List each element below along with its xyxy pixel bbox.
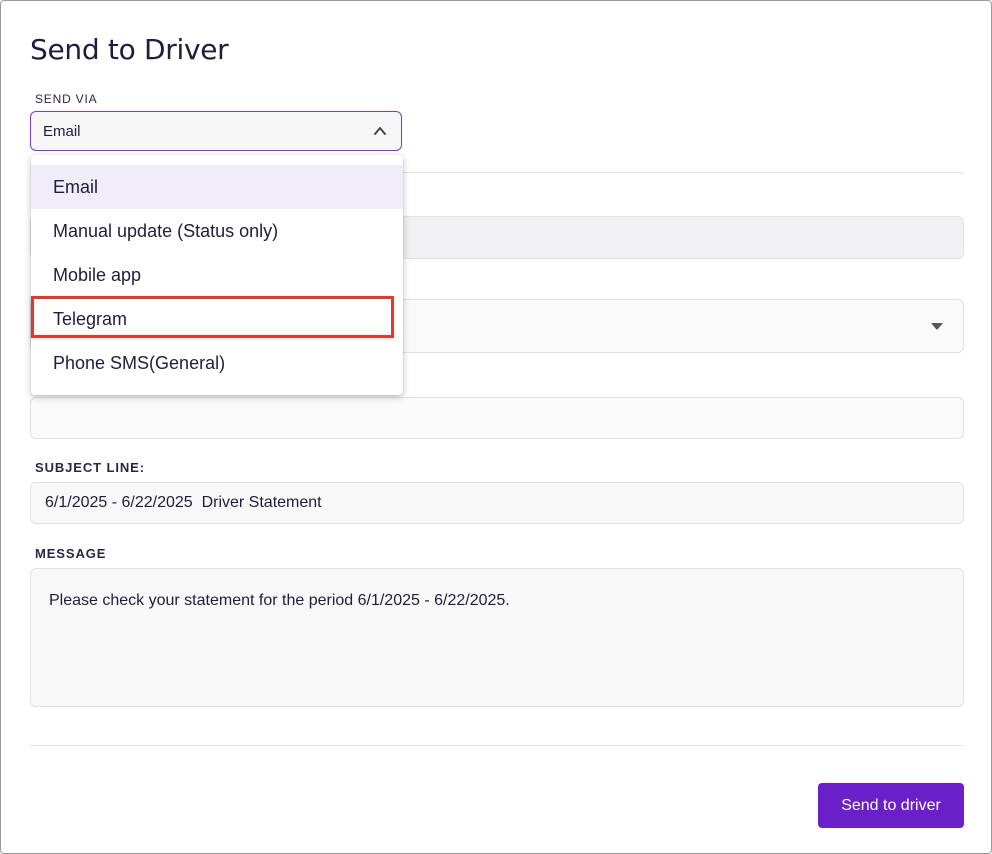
- message-textarea[interactable]: Please check your statement for the peri…: [30, 568, 964, 707]
- option-mobile-app[interactable]: Mobile app: [31, 253, 403, 297]
- subject-label: SUBJECT LINE:: [35, 460, 145, 475]
- option-manual-update[interactable]: Manual update (Status only): [31, 209, 403, 253]
- message-label: MESSAGE: [35, 546, 107, 561]
- option-phone-sms[interactable]: Phone SMS(General): [31, 341, 403, 385]
- send-to-driver-button[interactable]: Send to driver: [818, 783, 964, 828]
- caret-down-icon: [931, 323, 943, 330]
- option-email[interactable]: Email: [31, 165, 403, 209]
- send-via-selected-value: Email: [43, 122, 81, 140]
- subject-input[interactable]: 6/1/2025 - 6/22/2025 Driver Statement: [30, 482, 964, 524]
- chevron-up-icon: [374, 127, 386, 135]
- contact-field[interactable]: [30, 397, 964, 439]
- option-telegram[interactable]: Telegram: [31, 297, 403, 341]
- send-via-label: SEND VIA: [35, 92, 98, 106]
- subject-value: 6/1/2025 - 6/22/2025 Driver Statement: [45, 494, 322, 511]
- send-via-select[interactable]: Email: [30, 111, 402, 151]
- bottom-divider: [30, 745, 964, 746]
- dialog-title: Send to Driver: [30, 33, 229, 66]
- message-value: Please check your statement for the peri…: [49, 592, 510, 609]
- send-via-dropdown-menu: Email Manual update (Status only) Mobile…: [31, 155, 403, 395]
